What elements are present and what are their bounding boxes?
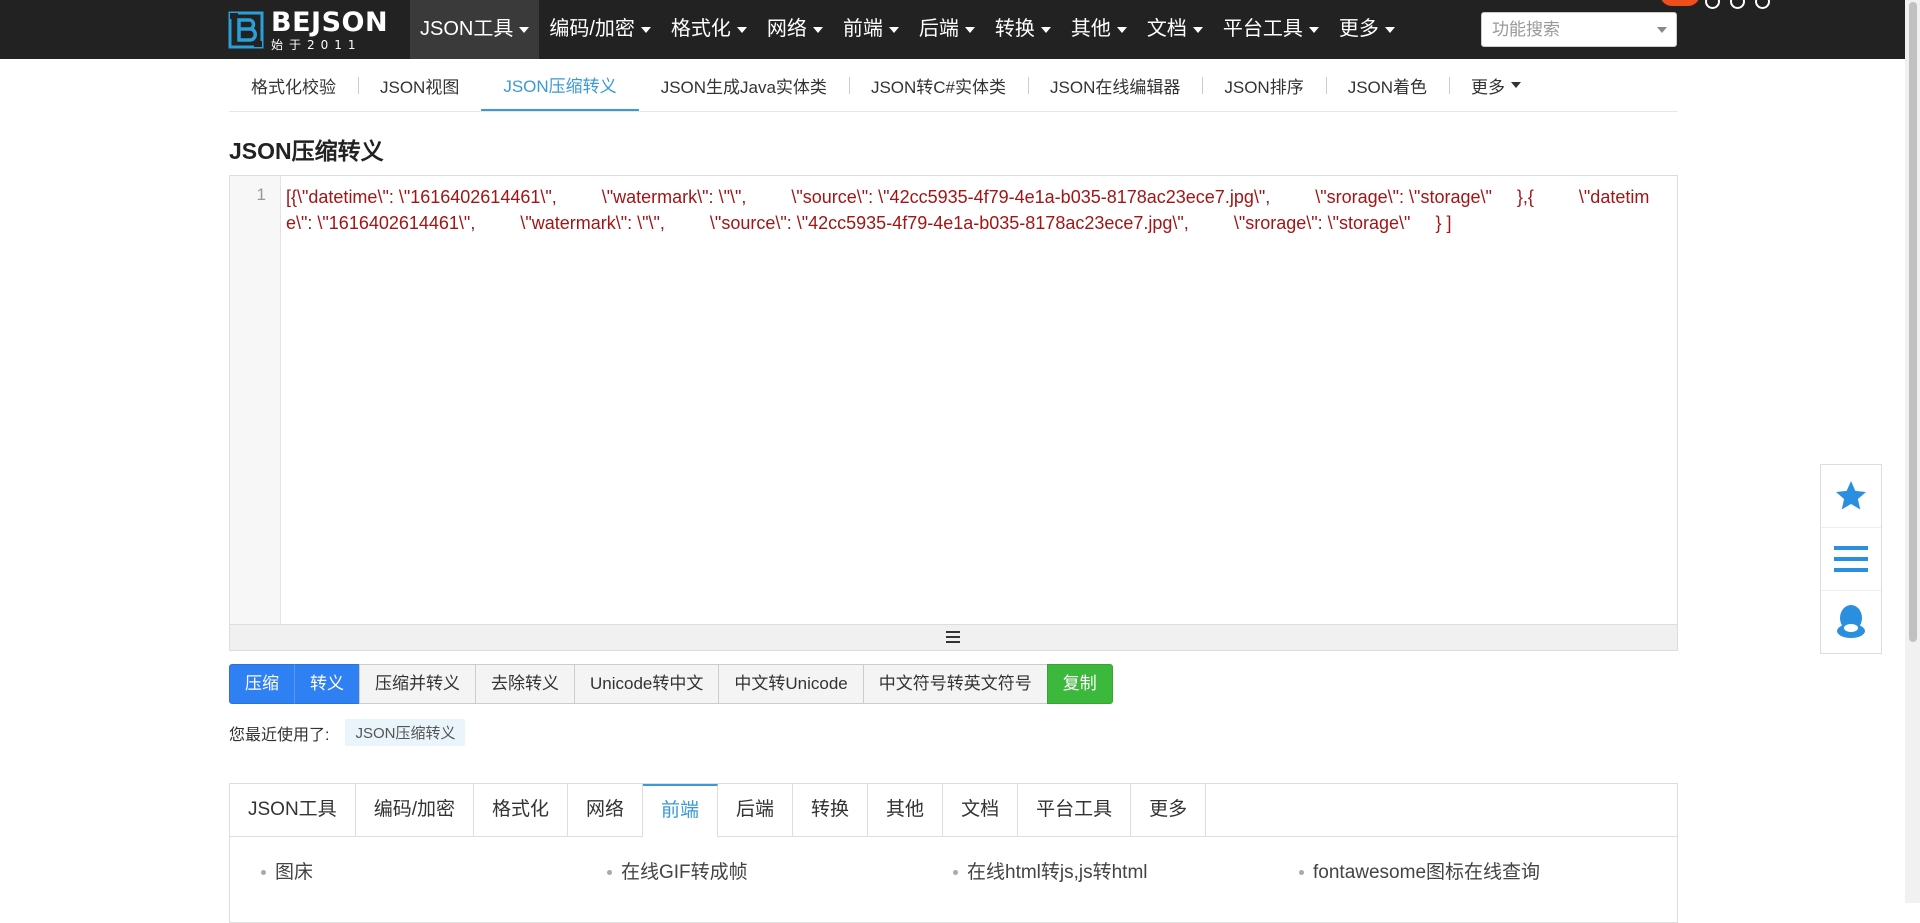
link-fontawesome-lookup[interactable]: fontawesome图标在线查询	[1299, 857, 1540, 884]
chevron-down-icon	[1040, 26, 1051, 33]
bullet-icon	[261, 870, 266, 876]
nav-more[interactable]: 更多	[1329, 0, 1405, 59]
escape-button[interactable]: 转义	[294, 664, 360, 704]
chevron-down-icon	[1116, 26, 1127, 33]
chevron-down-icon	[640, 26, 651, 33]
subnav-json-online-editor[interactable]: JSON在线编辑器	[1028, 59, 1202, 111]
subnav-json-color[interactable]: JSON着色	[1325, 59, 1449, 111]
link-gif-to-frames[interactable]: 在线GIF转成帧	[607, 857, 748, 884]
nav-docs[interactable]: 文档	[1137, 0, 1213, 59]
star-icon	[1836, 481, 1866, 510]
tab-other[interactable]: 其他	[868, 784, 944, 836]
nav-other[interactable]: 其他	[1061, 0, 1137, 59]
extension-circle-icon[interactable]	[1730, 0, 1745, 9]
category-tabs: JSON工具 编码/加密 格式化 网络 前端 后端 转换 其他 文档 平台工具 …	[230, 784, 1677, 837]
side-toolbar	[1820, 464, 1882, 654]
compress-escape-button[interactable]: 压缩并转义	[359, 664, 476, 704]
nav-network[interactable]: 网络	[757, 0, 833, 59]
action-buttons: 压缩 转义 压缩并转义 去除转义 Unicode转中文 中文转Unicode 中…	[229, 664, 1113, 704]
nav-format[interactable]: 格式化	[661, 0, 757, 59]
tab-convert[interactable]: 转换	[793, 784, 869, 836]
unescape-button[interactable]: 去除转义	[475, 664, 575, 704]
menu-icon	[1834, 546, 1868, 572]
compress-button[interactable]: 压缩	[229, 664, 295, 704]
chinese-punct-to-english-button[interactable]: 中文符号转英文符号	[862, 664, 1048, 704]
subnav-json-sort[interactable]: JSON排序	[1202, 59, 1325, 111]
browser-extension-tray	[1705, 0, 1770, 9]
subnav-json-compress-escape[interactable]: JSON压缩转义	[481, 59, 639, 111]
tab-docs[interactable]: 文档	[943, 784, 1019, 836]
drag-handle-icon	[946, 631, 960, 646]
chevron-down-icon	[1384, 26, 1395, 33]
editor-content[interactable]: [{\"datetime\": \"1616402614461\", \"wat…	[286, 184, 1656, 236]
top-navbar: BEJSON 始于2011 JSON工具 编码/加密 格式化 网络 前端 后端 …	[0, 0, 1920, 59]
menu-button[interactable]	[1821, 528, 1881, 591]
nav-backend[interactable]: 后端	[909, 0, 985, 59]
logo-title: BEJSON	[271, 7, 389, 38]
tab-frontend[interactable]: 前端	[643, 784, 719, 837]
link-html-js-convert[interactable]: 在线html转js,js转html	[953, 857, 1148, 884]
logo-b-icon	[228, 11, 264, 49]
scrollbar-thumb[interactable]	[1909, 2, 1917, 642]
tab-network[interactable]: 网络	[568, 784, 643, 836]
chinese-to-unicode-button[interactable]: 中文转Unicode	[718, 664, 864, 704]
tab-backend[interactable]: 后端	[718, 784, 794, 836]
tab-json-tools[interactable]: JSON工具	[230, 784, 356, 836]
function-search-input[interactable]: 功能搜索	[1481, 12, 1677, 47]
chevron-down-icon	[1511, 82, 1522, 88]
nav-platform-tools[interactable]: 平台工具	[1213, 0, 1329, 59]
tab-platform-tools[interactable]: 平台工具	[1018, 784, 1132, 836]
chevron-down-icon	[519, 26, 530, 33]
qq-contact-button[interactable]	[1821, 591, 1881, 653]
tab-encode-encrypt[interactable]: 编码/加密	[356, 784, 474, 836]
subnav-format-validate[interactable]: 格式化校验	[229, 59, 358, 111]
chevron-down-icon	[1308, 26, 1319, 33]
chevron-down-icon	[812, 26, 823, 33]
subnav-more[interactable]: 更多	[1449, 59, 1543, 111]
json-tools-subnav: 格式化校验 JSON视图 JSON压缩转义 JSON生成Java实体类 JSON…	[229, 59, 1678, 112]
nav-frontend[interactable]: 前端	[833, 0, 909, 59]
link-image-host[interactable]: 图床	[261, 857, 313, 884]
chevron-down-icon	[1657, 27, 1667, 33]
qq-icon	[1837, 605, 1865, 638]
editor-gutter: 1	[230, 176, 281, 625]
nav-json-tools[interactable]: JSON工具	[410, 0, 540, 59]
browser-extension-icon[interactable]	[1660, 0, 1700, 6]
json-editor[interactable]: 1 [{\"datetime\": \"1616402614461\", \"w…	[229, 175, 1678, 651]
logo-subtitle: 始于2011	[271, 38, 362, 52]
recent-tag[interactable]: JSON压缩转义	[345, 719, 466, 746]
bullet-icon	[953, 870, 958, 876]
recently-used: 您最近使用了: JSON压缩转义	[229, 719, 466, 746]
line-number: 1	[256, 185, 266, 204]
editor-resize-handle[interactable]	[230, 624, 1677, 650]
tab-more[interactable]: 更多	[1131, 784, 1207, 836]
tab-format[interactable]: 格式化	[474, 784, 568, 836]
site-logo[interactable]: BEJSON 始于2011	[228, 8, 388, 52]
bullet-icon	[1299, 870, 1304, 876]
chevron-down-icon	[736, 26, 747, 33]
copy-button[interactable]: 复制	[1046, 664, 1113, 704]
extension-circle-icon[interactable]	[1705, 0, 1720, 9]
page-scrollbar[interactable]	[1905, 0, 1920, 903]
search-placeholder: 功能搜索	[1492, 20, 1560, 39]
subnav-json-to-java[interactable]: JSON生成Java实体类	[639, 59, 849, 111]
chevron-down-icon	[1192, 26, 1203, 33]
main-nav: JSON工具 编码/加密 格式化 网络 前端 后端 转换 其他 文档 平台工具 …	[410, 0, 1405, 59]
subnav-json-to-csharp[interactable]: JSON转C#实体类	[848, 59, 1028, 111]
recently-used-label: 您最近使用了:	[229, 726, 330, 744]
extension-circle-icon[interactable]	[1755, 0, 1770, 9]
unicode-to-chinese-button[interactable]: Unicode转中文	[574, 664, 720, 704]
nav-convert[interactable]: 转换	[985, 0, 1061, 59]
chevron-down-icon	[964, 26, 975, 33]
chevron-down-icon	[888, 26, 899, 33]
nav-encode-encrypt[interactable]: 编码/加密	[539, 0, 661, 59]
page-title: JSON压缩转义	[229, 138, 384, 164]
bullet-icon	[607, 870, 612, 876]
tool-category-panel: JSON工具 编码/加密 格式化 网络 前端 后端 转换 其他 文档 平台工具 …	[229, 783, 1678, 923]
favorite-button[interactable]	[1821, 465, 1881, 528]
subnav-json-view[interactable]: JSON视图	[358, 59, 481, 111]
